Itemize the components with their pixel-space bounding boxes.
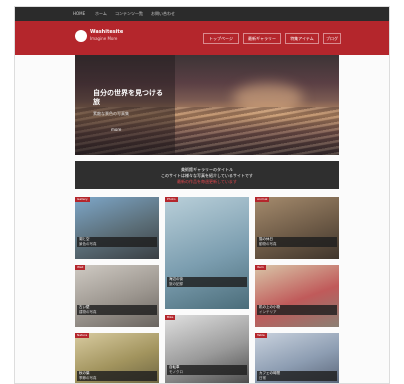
- card-title: カフェの時間: [259, 371, 280, 375]
- gallery-card[interactable]: Animal 猫の休日 動物の写真: [255, 197, 339, 259]
- nav-item-gallery[interactable]: 最新ギャラリー: [243, 33, 281, 44]
- card-caption: 猫の休日 動物の写真: [257, 237, 337, 247]
- topbar-link-home[interactable]: HOME: [73, 10, 85, 18]
- gallery-card[interactable]: Wall 古い壁 建物の写真: [75, 265, 159, 327]
- gallery-card[interactable]: Item 机の上の小物 インテリア: [255, 265, 339, 327]
- banner-text: このサイトは様々な写真を紹介しているサイトです: [161, 173, 253, 178]
- card-title: 古い壁: [79, 305, 90, 309]
- card-subtitle: インテリア: [259, 310, 277, 314]
- hero-more-link[interactable]: more: [111, 127, 121, 133]
- card-subtitle: モノクロ: [169, 370, 183, 374]
- card-title: 海辺の街: [169, 277, 183, 281]
- card-caption: カフェの時間 日常: [257, 371, 337, 381]
- card-title: 秋の葉: [79, 371, 90, 375]
- card-tag: Photo: [165, 197, 178, 202]
- hero-title: 自分の世界を見つける旅: [93, 89, 163, 106]
- card-subtitle: 日常: [259, 376, 266, 380]
- card-subtitle: 旅の記録: [169, 282, 183, 286]
- gallery-card[interactable]: Bike 自転車 モノクロ: [165, 315, 249, 383]
- card-tag: Animal: [255, 197, 270, 202]
- card-caption: 机の上の小物 インテリア: [257, 305, 337, 315]
- logo-icon[interactable]: [75, 30, 87, 42]
- card-title: 自転車: [169, 365, 180, 369]
- card-subtitle: 動物の写真: [259, 242, 277, 246]
- topbar-link-contents[interactable]: コンテンツ一覧: [115, 10, 143, 18]
- nav-item-feature[interactable]: 特集アイテム: [285, 33, 319, 44]
- gallery-card[interactable]: Table カフェの時間 日常: [255, 333, 339, 383]
- card-tag: Item: [255, 265, 266, 270]
- top-utility-bar: HOME ホーム コンテンツ一覧 お問い合わせ: [15, 7, 389, 21]
- gallery-card[interactable]: Photo 海辺の街 旅の記録: [165, 197, 249, 309]
- card-tag: Gallery: [75, 197, 90, 202]
- browser-frame: HOME ホーム コンテンツ一覧 お問い合わせ Washitesite Imag…: [14, 6, 390, 384]
- intro-banner: 美術館ギャラリーのタイトル このサイトは様々な写真を紹介しているサイトです 最新…: [75, 161, 339, 189]
- topbar-link-top[interactable]: ホーム: [95, 10, 107, 18]
- card-caption: 古い壁 建物の写真: [77, 305, 157, 315]
- nav-item-blog[interactable]: ブログ: [323, 33, 341, 44]
- logo-title[interactable]: Washitesite: [90, 29, 123, 35]
- banner-heading: 美術館ギャラリーのタイトル: [181, 167, 233, 172]
- card-subtitle: 季節の写真: [79, 376, 97, 380]
- site-header: Washitesite Imagine More トップページ 最新ギャラリー …: [15, 21, 389, 55]
- card-title: 猫の休日: [259, 237, 273, 241]
- card-title: 机の上の小物: [259, 305, 280, 309]
- card-caption: 自転車 モノクロ: [167, 365, 247, 375]
- gallery-card[interactable]: Gallery 湖と空 景色の写真: [75, 197, 159, 259]
- hero-slider[interactable]: 自分の世界を見つける旅 素敵な景色の写真集 more: [75, 55, 339, 155]
- card-caption: 秋の葉 季節の写真: [77, 371, 157, 381]
- card-tag: Table: [255, 333, 267, 338]
- card-caption: 海辺の街 旅の記録: [167, 277, 247, 287]
- card-tag: Wall: [75, 265, 86, 270]
- card-title: 湖と空: [79, 237, 90, 241]
- hero-subtitle: 素敵な景色の写真集: [93, 111, 129, 116]
- card-tag: Bike: [165, 315, 176, 320]
- logo-subtitle: Imagine More: [90, 36, 118, 41]
- card-subtitle: 景色の写真: [79, 242, 97, 246]
- card-tag: Nature: [75, 333, 90, 338]
- card-caption: 湖と空 景色の写真: [77, 237, 157, 247]
- nav-item-top[interactable]: トップページ: [203, 33, 239, 44]
- card-subtitle: 建物の写真: [79, 310, 97, 314]
- banner-highlight: 最新の作品を毎週更新しています: [177, 179, 237, 184]
- topbar-link-contact[interactable]: お問い合わせ: [151, 10, 175, 18]
- gallery-card[interactable]: Nature 秋の葉 季節の写真: [75, 333, 159, 383]
